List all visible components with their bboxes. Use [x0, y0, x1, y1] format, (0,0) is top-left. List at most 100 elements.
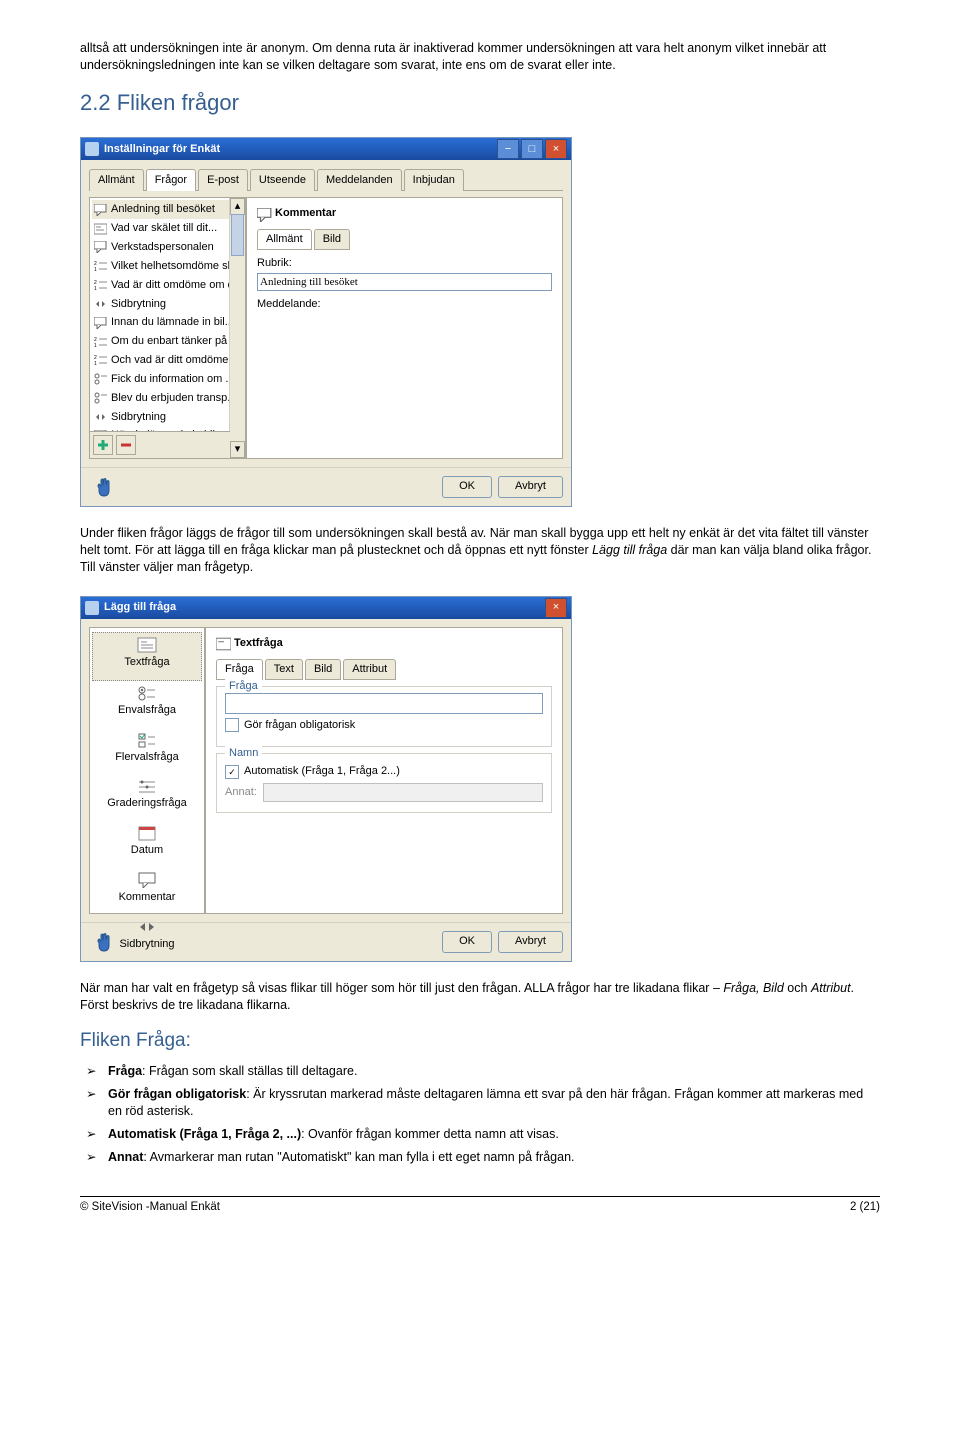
scroll-up-button[interactable]: ▴ — [230, 198, 245, 215]
detail-title: Kommentar — [275, 206, 336, 221]
scale-icon: 21 — [94, 279, 107, 291]
bullet-bold: Gör frågan obligatorisk — [108, 1087, 246, 1101]
list-item[interactable]: Sidbrytning — [92, 408, 243, 427]
list-item-label: Sidbrytning — [111, 410, 166, 425]
obligatorisk-checkbox[interactable]: Gör frågan obligatorisk — [225, 718, 543, 733]
rubrik-label: Rubrik: — [257, 256, 552, 271]
bullet-rest: : Ovanför frågan kommer detta namn att v… — [301, 1127, 559, 1141]
list-item[interactable]: Anledning till besöket — [92, 200, 243, 219]
text-italic: Attribut — [811, 981, 851, 995]
detail-heading: Kommentar — [257, 206, 552, 221]
close-button[interactable]: × — [545, 139, 567, 159]
scrollbar[interactable]: ▴ ▾ — [229, 198, 245, 458]
list-item[interactable]: 21Om du enbart tänker på ... — [92, 332, 243, 351]
list-item-label: Vad är ditt omdöme om d... — [111, 278, 243, 293]
subtab-text[interactable]: Text — [265, 659, 303, 680]
text-icon — [137, 637, 157, 653]
list-item[interactable]: Blev du erbjuden transp... — [92, 389, 243, 408]
scroll-thumb[interactable] — [231, 214, 244, 256]
page-footer: © SiteVision -Manual Enkät 2 (21) — [80, 1196, 880, 1216]
comment-icon — [257, 208, 270, 220]
titlebar[interactable]: Lägg till fråga × — [81, 597, 571, 619]
subtab-attribut[interactable]: Attribut — [343, 659, 396, 680]
hand-icon — [93, 931, 115, 953]
heading-fliken-fraga: Fliken Fråga: — [80, 1028, 880, 1054]
tab-meddelanden[interactable]: Meddelanden — [317, 169, 402, 191]
type-textfraga[interactable]: Textfråga — [92, 632, 202, 681]
annat-label: Annat: — [225, 785, 257, 800]
paragraph-after-win1: Under fliken frågor läggs de frågor till… — [80, 525, 880, 576]
bullet-bold: Annat — [108, 1150, 143, 1164]
list-item[interactable]: Verkstadspersonalen — [92, 238, 243, 257]
rubrik-input[interactable] — [257, 273, 552, 291]
type-label: Kommentar — [119, 890, 176, 905]
type-graderingsfraga[interactable]: Graderingsfråga — [92, 774, 202, 821]
remove-button[interactable] — [116, 435, 136, 455]
add-button[interactable] — [93, 435, 113, 455]
type-kommentar[interactable]: Kommentar — [92, 868, 202, 915]
question-list-panel: Anledning till besöket Vad var skälet ti… — [90, 198, 247, 458]
ok-button[interactable]: OK — [442, 476, 492, 498]
tab-inbjudan[interactable]: Inbjudan — [404, 169, 464, 191]
text: och — [784, 981, 811, 995]
bullet-bold: Automatisk (Fråga 1, Fråga 2, ...) — [108, 1127, 301, 1141]
maximize-button[interactable]: □ — [521, 139, 543, 159]
type-label: Envalsfråga — [118, 703, 176, 718]
list-item[interactable]: 21Vilket helhetsomdöme sk... — [92, 257, 243, 276]
subtab-bild[interactable]: Bild — [314, 229, 350, 250]
cancel-button[interactable]: Avbryt — [498, 931, 563, 953]
text-italic: Fråga, Bild — [723, 981, 783, 995]
comment-icon — [94, 317, 107, 329]
type-label: Datum — [131, 843, 163, 858]
checkbox-label: Automatisk (Fråga 1, Fråga 2...) — [244, 764, 400, 779]
type-label: Flervalsfråga — [115, 750, 179, 765]
checkbox-icon — [225, 718, 239, 732]
intro-paragraph: alltså att undersökningen inte är anonym… — [80, 40, 880, 74]
tab-utseende[interactable]: Utseende — [250, 169, 315, 191]
checkbox-label: Gör frågan obligatorisk — [244, 718, 355, 733]
automatisk-checkbox[interactable]: ✓ Automatisk (Fråga 1, Fråga 2...) — [225, 764, 543, 779]
comment-icon — [94, 241, 107, 253]
list-item[interactable]: Vad var skälet till dit... — [92, 219, 243, 238]
list-item-label: Innan du lämnade in bil... — [111, 315, 234, 330]
list-item[interactable]: 21 Vad är ditt omdöme om d... — [92, 276, 243, 295]
radio-icon — [94, 392, 107, 404]
list-item[interactable]: Fick du information om ... — [92, 370, 243, 389]
fraga-input[interactable] — [225, 693, 543, 714]
question-list[interactable]: Anledning till besöket Vad var skälet ti… — [90, 198, 245, 447]
type-envalsfraga[interactable]: Envalsfråga — [92, 681, 202, 728]
radio-icon — [137, 685, 157, 701]
hand-icon — [93, 476, 115, 498]
minimize-button[interactable]: − — [497, 139, 519, 159]
checkbox-icon — [137, 732, 157, 748]
close-button[interactable]: × — [545, 598, 567, 618]
titlebar[interactable]: Inställningar för Enkät − □ × — [81, 138, 571, 160]
list-item[interactable]: Sidbrytning — [92, 295, 243, 314]
bullet-item: Fråga: Frågan som skall ställas till del… — [80, 1063, 880, 1080]
subtab-fraga[interactable]: Fråga — [216, 659, 263, 680]
detail-heading: Textfråga — [216, 636, 552, 651]
paragraph-after-win2: När man har valt en frågetyp så visas fl… — [80, 980, 880, 1014]
list-item[interactable]: Innan du lämnade in bil... — [92, 313, 243, 332]
detail-subtabs: Fråga Text Bild Attribut — [216, 659, 552, 680]
tab-epost[interactable]: E-post — [198, 169, 248, 191]
scroll-down-button[interactable]: ▾ — [230, 441, 245, 458]
detail-panel: Kommentar Allmänt Bild Rubrik: Meddeland… — [247, 198, 562, 458]
type-datum[interactable]: Datum — [92, 821, 202, 868]
window-installningar-for-enkat: Inställningar för Enkät − □ × Allmänt Fr… — [80, 137, 572, 507]
subtab-bild[interactable]: Bild — [305, 659, 341, 680]
cancel-button[interactable]: Avbryt — [498, 476, 563, 498]
ok-button[interactable]: OK — [442, 931, 492, 953]
type-label: Textfråga — [124, 655, 169, 670]
tab-fragor[interactable]: Frågor — [146, 169, 196, 191]
list-item-label: Sidbrytning — [111, 297, 166, 312]
svg-text:1: 1 — [94, 343, 97, 348]
list-item[interactable]: 21Och vad är ditt omdöme ... — [92, 351, 243, 370]
list-item-label: Vad var skälet till dit... — [111, 221, 217, 236]
tab-allmant[interactable]: Allmänt — [89, 169, 144, 191]
subtab-allmant[interactable]: Allmänt — [257, 229, 312, 250]
type-flervalsfraga[interactable]: Flervalsfråga — [92, 728, 202, 775]
pagebreak-icon — [94, 411, 107, 423]
footer-right: 2 (21) — [850, 1200, 880, 1216]
list-item-label: Anledning till besöket — [111, 202, 215, 217]
